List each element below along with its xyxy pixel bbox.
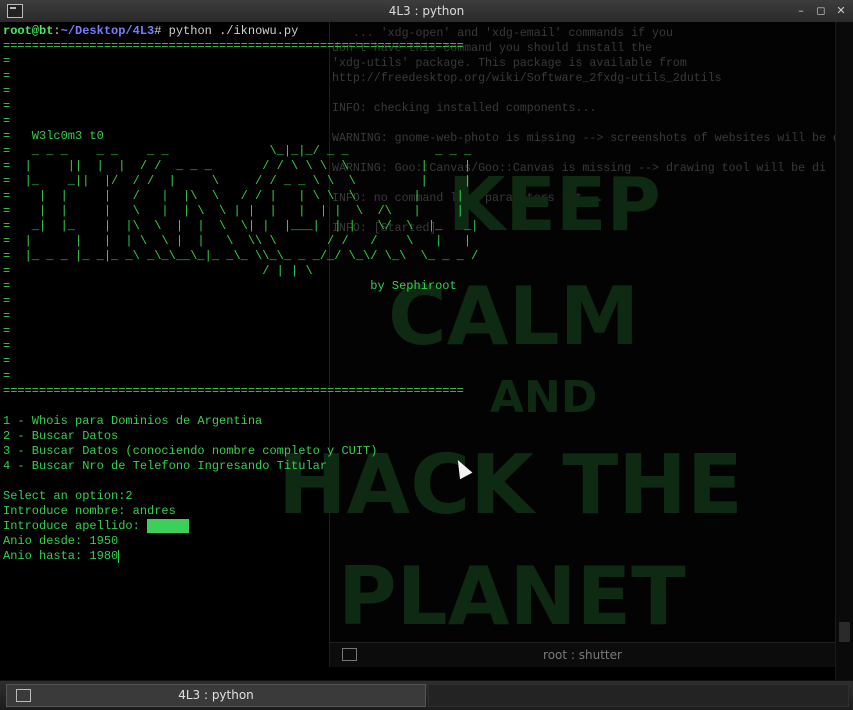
surname-input-highlight[interactable] (147, 519, 190, 533)
banner-line: = | | | | \ \ | | \ \\ \ / / / \ | | (3, 234, 472, 248)
banner-line: = W3lc0m3 t0 (3, 129, 104, 143)
taskbar-item-active[interactable]: 4L3 : python (6, 684, 426, 707)
text-cursor (118, 549, 120, 563)
banner-line: = (3, 369, 11, 383)
taskbar-empty-slot (428, 684, 849, 707)
background-window-label: root : shutter (543, 648, 622, 662)
watermark-and: AND (490, 372, 598, 423)
banner-line: = (3, 84, 11, 98)
name-value: andres (132, 504, 176, 518)
prompt-user: root@bt (3, 24, 54, 38)
from-year-value: 1950 (89, 534, 119, 549)
watermark-keep: KEEP (448, 162, 661, 248)
banner-line: = |_ _|| |/ / / | \ / / _ _ \ \ \ | | (3, 174, 472, 188)
banner-line: = by Sephiroot (3, 279, 457, 293)
menu-option-3: 3 - Buscar Datos (conociendo nombre comp… (3, 444, 378, 458)
banner-line: = | | | \ | | \ \ | | | | | | \ /\ | | (3, 204, 464, 218)
minimize-button[interactable]: – (795, 4, 807, 17)
banner-line: = | || | | / / _ _ _ / / \ \ \ \ | | (3, 159, 472, 173)
banner-line: = (3, 99, 11, 113)
banner-rule-bottom: ========================================… (3, 384, 464, 398)
ascii-banner: = = = = = = W3lc0m3 t0 = _ _ _ _ _ _ _ \… (3, 54, 478, 383)
select-prompt: Select an option: (3, 489, 126, 503)
maximize-button[interactable]: ◻ (815, 4, 827, 17)
menu-option-4: 4 - Buscar Nro de Telefono Ingresando Ti… (3, 459, 328, 473)
terminal-area[interactable]: ... 'xdg-open' and 'xdg-email' commands … (0, 22, 853, 680)
from-year-prompt: Anio desde: (3, 534, 90, 549)
window-titlebar: 4L3 : python – ◻ ✕ (0, 0, 853, 23)
to-year-prompt: Anio hasta: (3, 549, 90, 564)
banner-line: = (3, 54, 11, 68)
window-controls: – ◻ ✕ (795, 4, 847, 17)
menu-option-1: 1 - Whois para Dominios de Argentina (3, 414, 263, 428)
background-window-status-bar: root : shutter (330, 642, 835, 667)
command-text: python ./iknowu.py (161, 24, 299, 38)
banner-line: = (3, 354, 11, 368)
to-year-value: 1980 (89, 549, 119, 564)
scrollbar-thumb[interactable] (839, 622, 850, 642)
banner-line: = (3, 309, 11, 323)
name-prompt: Introduce nombre: (3, 504, 133, 518)
banner-line: = |_ _ _ |_ _|_ _\ _\_\__\_|_ _\_ \\_\_ … (3, 249, 479, 263)
close-button[interactable]: ✕ (835, 4, 847, 17)
banner-line: = (3, 69, 11, 83)
banner-line: = (3, 324, 11, 338)
prompt-path: ~/Desktop/4L3 (60, 24, 155, 38)
banner-line: = (3, 339, 11, 353)
banner-line: = | | | / | |\ \ / / | | \ \ \ | | (3, 189, 464, 203)
taskbar: 4L3 : python (0, 680, 853, 710)
banner-line: = _| |_ | |\ \ | | \ \| | |___| | | \/ \… (3, 219, 479, 233)
terminal-output: root@bt:~/Desktop/4L3# python ./iknowu.p… (3, 24, 478, 564)
taskbar-item-label: 4L3 : python (178, 688, 254, 702)
menu-option-2: 2 - Buscar Datos (3, 429, 119, 443)
banner-rule-top: ========================================… (3, 39, 464, 53)
window-title: 4L3 : python (388, 4, 465, 18)
scrollbar[interactable] (835, 22, 853, 680)
banner-line: = / | | \ (3, 264, 313, 278)
banner-line: = (3, 294, 11, 308)
prompt-sep: : (53, 24, 61, 38)
banner-line: = (3, 114, 11, 128)
select-value: 2 (125, 489, 133, 503)
banner-line: = _ _ _ _ _ _ _ \_|_|_/ _ _ _ _ _ (3, 144, 472, 158)
surname-prompt: Introduce apellido: (3, 519, 148, 534)
